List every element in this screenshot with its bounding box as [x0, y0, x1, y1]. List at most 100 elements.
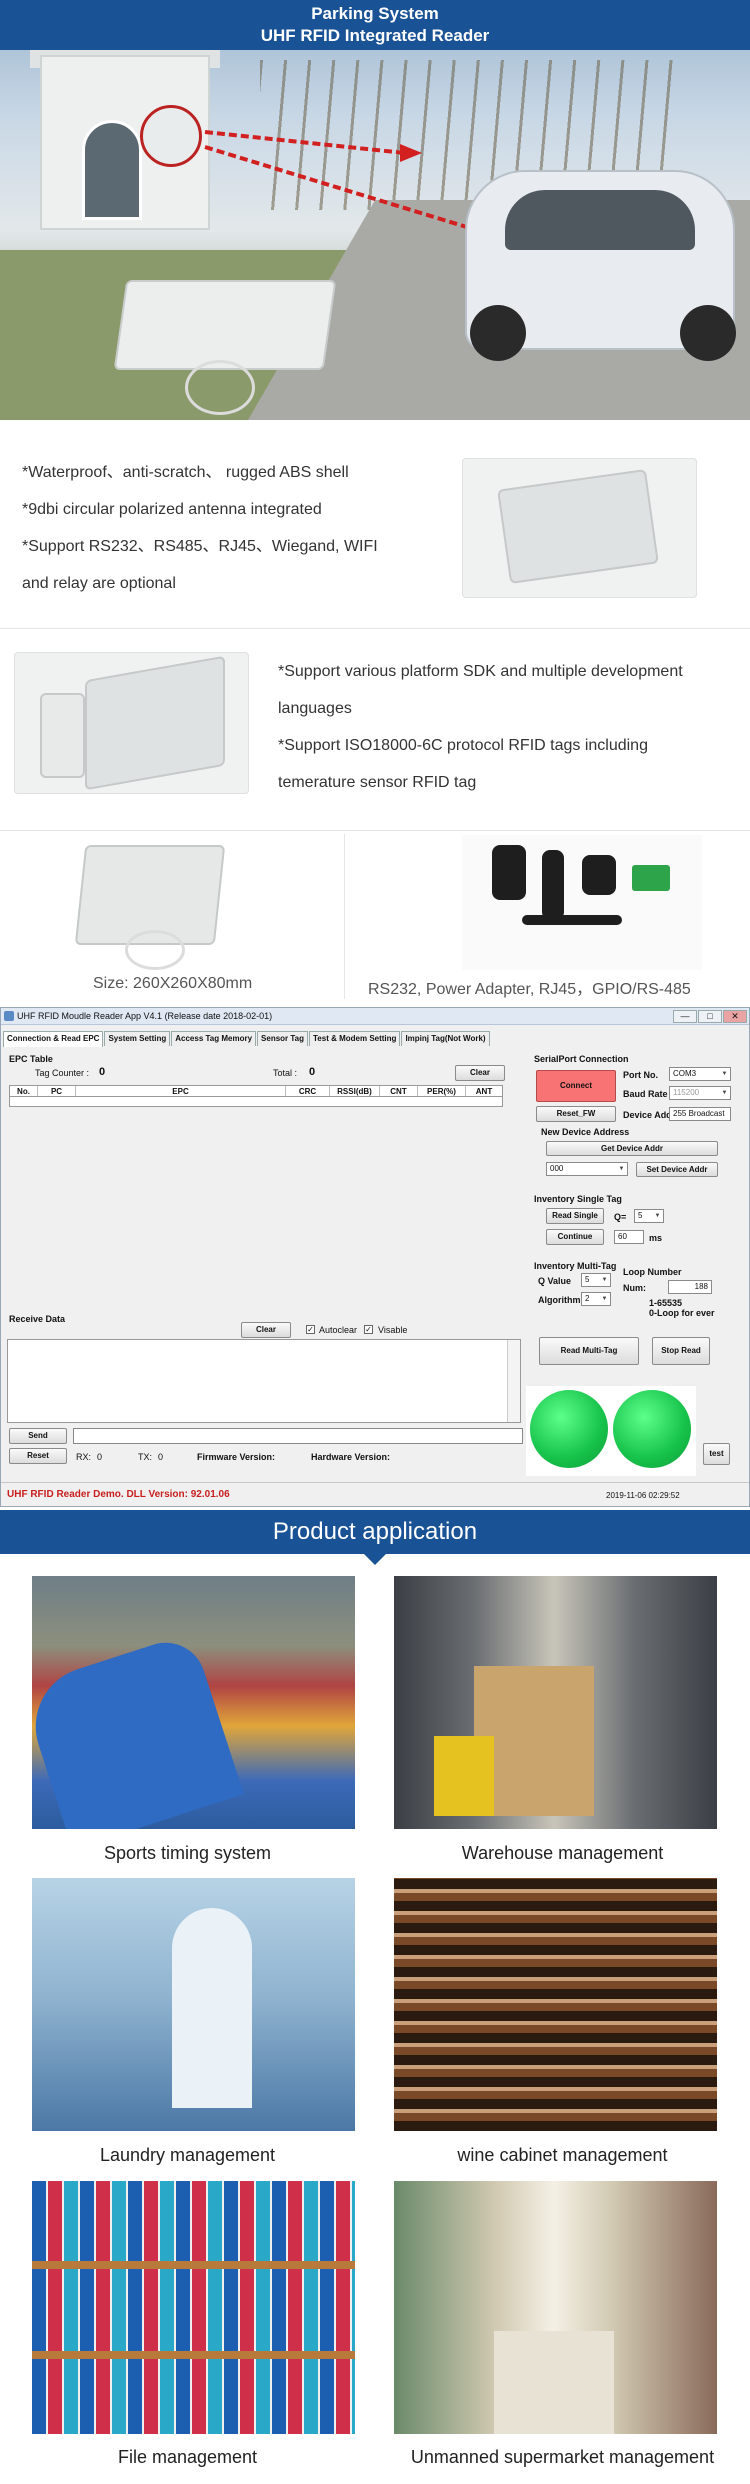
loop-number-label: Loop Number [623, 1267, 682, 1277]
continue-ms-input[interactable]: 60 [614, 1230, 644, 1244]
loop-range-1: 1-65535 [649, 1298, 683, 1308]
car-rear-window [505, 190, 695, 250]
firmware-version-label: Firmware Version: [197, 1452, 276, 1462]
algorithm-select[interactable]: 2 ▼ [581, 1292, 611, 1306]
epc-table-body[interactable] [9, 1097, 503, 1107]
receive-scrollbar[interactable] [507, 1340, 520, 1422]
get-device-addr-button[interactable]: Get Device Addr [546, 1141, 718, 1156]
feature-list-1: *Waterproof、anti-scratch、 rugged ABS she… [22, 454, 442, 602]
maximize-button[interactable]: □ [698, 1010, 722, 1023]
port-no-label: Port No. [623, 1070, 658, 1080]
car-wheel-right [680, 305, 736, 361]
send-button[interactable]: Send [9, 1428, 67, 1444]
num-value: 188 [694, 1282, 708, 1291]
device-addr-select[interactable]: 255 Broadcast [669, 1107, 731, 1121]
booth-door [82, 120, 142, 220]
feature-line: languages [278, 700, 352, 717]
hardware-version-label: Hardware Version: [311, 1452, 391, 1462]
stop-read-button[interactable]: Stop Read [652, 1337, 710, 1365]
visable-checkbox[interactable]: ✓ [364, 1325, 373, 1334]
dropdown-arrow-icon: ▼ [601, 1296, 608, 1302]
read-single-button[interactable]: Read Single [546, 1208, 604, 1224]
clear-table-button[interactable]: Clear [455, 1065, 505, 1081]
receive-data-textarea[interactable] [7, 1339, 521, 1423]
col-crc[interactable]: CRC [286, 1086, 330, 1096]
q-select[interactable]: 5 ▼ [634, 1209, 664, 1223]
col-ant[interactable]: ANT [466, 1086, 502, 1096]
read-multi-tag-button[interactable]: Read Multi-Tag [539, 1337, 639, 1365]
epc-table-label: EPC Table [9, 1054, 53, 1064]
connect-button[interactable]: Connect [536, 1070, 616, 1102]
close-button[interactable]: ✕ [723, 1010, 747, 1023]
hero-title-bar: Parking System UHF RFID Integrated Reade… [0, 0, 750, 50]
wine-cabinet-photo [394, 1878, 717, 2131]
send-input[interactable] [73, 1428, 523, 1444]
col-per[interactable]: PER(%) [418, 1086, 466, 1096]
new-device-address-label: New Device Address [541, 1127, 630, 1137]
tab-connection-read-epc[interactable]: Connection & Read EPC [3, 1031, 104, 1047]
worker-figure [172, 1908, 252, 2108]
col-pc[interactable]: PC [38, 1086, 76, 1096]
reset-fw-button[interactable]: Reset_FW [536, 1106, 616, 1122]
col-cnt[interactable]: CNT [380, 1086, 418, 1096]
feature-line: *9dbi circular polarized antenna integra… [22, 501, 322, 518]
hero-title-line1: Parking System [311, 4, 439, 23]
shelf-line [32, 2261, 355, 2269]
minimize-button[interactable]: — [673, 1010, 697, 1023]
hero-title-line2: UHF RFID Integrated Reader [260, 26, 490, 45]
reader-front-mount [125, 930, 185, 970]
power-connector [542, 850, 564, 920]
baud-rate-value: 115200 [673, 1088, 700, 1097]
supermarket-photo [394, 2181, 717, 2434]
size-caption: Size: 260X260X80mm [93, 975, 253, 992]
gpio-terminal [632, 865, 670, 891]
q-value: 5 [638, 1211, 643, 1220]
feature-line: and relay are optional [22, 575, 176, 592]
port-no-select[interactable]: COM3 ▼ [669, 1067, 731, 1081]
window-titlebar: UHF RFID Moudle Reader App V4.1 (Release… [1, 1008, 749, 1025]
test-button[interactable]: test [703, 1443, 730, 1465]
continue-ms-value: 60 [618, 1232, 627, 1241]
rj45-connector [582, 855, 616, 895]
col-rssi[interactable]: RSSI(dB) [330, 1086, 380, 1096]
tab-access-tag-memory[interactable]: Access Tag Memory [171, 1031, 257, 1046]
reset-button[interactable]: Reset [9, 1448, 67, 1464]
col-no[interactable]: No. [10, 1086, 38, 1096]
tab-impinj-tag[interactable]: Impinj Tag(Not Work) [401, 1031, 490, 1046]
epc-table-header: No. PC EPC CRC RSSI(dB) CNT PER(%) ANT [9, 1085, 503, 1097]
reader-app-window: UHF RFID Moudle Reader App V4.1 (Release… [0, 1007, 750, 1507]
device-addr-label: Device Addr [623, 1110, 676, 1120]
tab-bar: Connection & Read EPC System Setting Acc… [3, 1031, 491, 1047]
q-multi-value: 5 [585, 1275, 590, 1284]
reader-panel-shape [497, 469, 659, 584]
column-divider [344, 834, 345, 999]
tab-system-setting[interactable]: System Setting [104, 1031, 171, 1046]
tab-test-modem-setting[interactable]: Test & Modem Setting [309, 1031, 401, 1046]
total-label: Total : [273, 1068, 298, 1078]
new-addr-select[interactable]: 000 ▼ [546, 1162, 628, 1176]
rx-label: RX: [76, 1452, 92, 1462]
continue-button[interactable]: Continue [546, 1229, 604, 1245]
num-label: Num: [623, 1283, 646, 1293]
product-page: Parking System UHF RFID Integrated Reade… [0, 0, 750, 2484]
col-epc[interactable]: EPC [76, 1086, 286, 1096]
aisle-floor [494, 2331, 614, 2434]
app-caption: Laundry management [99, 2145, 276, 2165]
autoclear-checkbox[interactable]: ✓ [306, 1325, 315, 1334]
section-divider [0, 830, 750, 831]
baud-rate-select[interactable]: 115200 ▼ [669, 1086, 731, 1100]
hero-reader-mount [185, 360, 255, 415]
set-device-addr-button[interactable]: Set Device Addr [636, 1162, 718, 1177]
feature-line: *Support ISO18000-6C protocol RFID tags … [278, 737, 648, 754]
app-icon [4, 1011, 14, 1021]
tx-label: TX: [138, 1452, 153, 1462]
clear-receive-button[interactable]: Clear [241, 1322, 291, 1338]
tab-sensor-tag[interactable]: Sensor Tag [257, 1031, 309, 1046]
product-application-header: Product application [0, 1510, 750, 1554]
feature-line: *Support various platform SDK and multip… [278, 663, 683, 680]
num-input[interactable]: 188 [668, 1280, 712, 1294]
visable-label: Visable [378, 1325, 408, 1335]
q-multi-select[interactable]: 5 ▼ [581, 1273, 611, 1287]
q-label: Q= [614, 1212, 627, 1222]
reader-panel-shape [85, 655, 225, 791]
